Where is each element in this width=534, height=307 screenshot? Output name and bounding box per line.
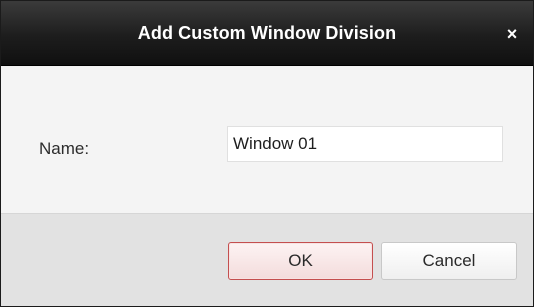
add-custom-window-division-dialog: Add Custom Window Division × Name: OK Ca…	[0, 0, 534, 307]
close-icon: ×	[506, 24, 518, 44]
dialog-titlebar: Add Custom Window Division ×	[1, 1, 533, 66]
dialog-body: Name:	[1, 67, 533, 213]
name-input[interactable]	[227, 126, 503, 162]
cancel-button[interactable]: Cancel	[381, 242, 517, 280]
close-button[interactable]: ×	[501, 23, 523, 45]
dialog-title: Add Custom Window Division	[137, 23, 397, 43]
ok-button[interactable]: OK	[228, 242, 373, 280]
name-label: Name:	[39, 139, 90, 158]
dialog-footer: OK Cancel	[1, 213, 533, 306]
